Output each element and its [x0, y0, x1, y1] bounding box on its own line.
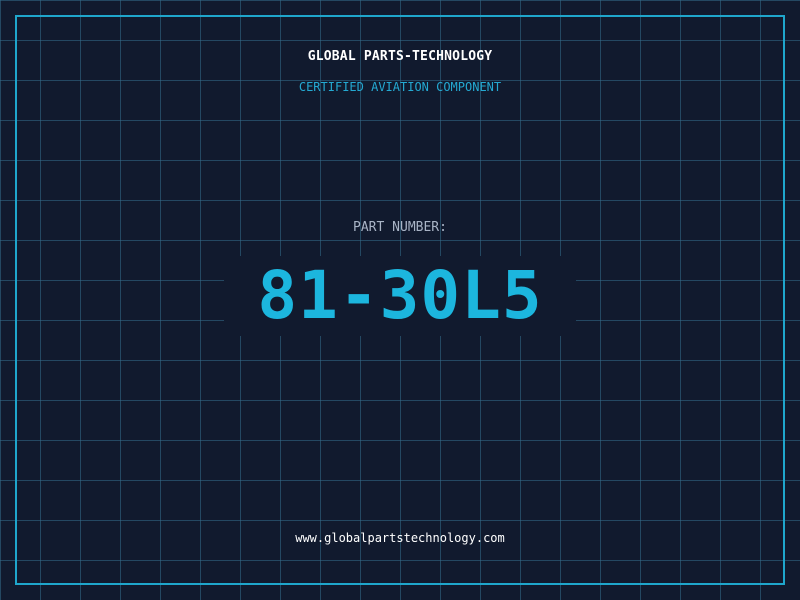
part-number-value: 81-30L5	[257, 257, 543, 334]
certification-text: CERTIFIED AVIATION COMPONENT	[298, 80, 502, 94]
part-number-label: PART NUMBER:	[353, 220, 447, 235]
part-number-panel: 81-30L5	[224, 256, 576, 336]
website-url: www.globalpartstechnology.com	[295, 531, 505, 545]
company-name: GLOBAL PARTS-TECHNOLOGY	[307, 49, 493, 64]
part-label-canvas: GLOBAL PARTS-TECHNOLOGY CERTIFIED AVIATI…	[0, 0, 800, 600]
